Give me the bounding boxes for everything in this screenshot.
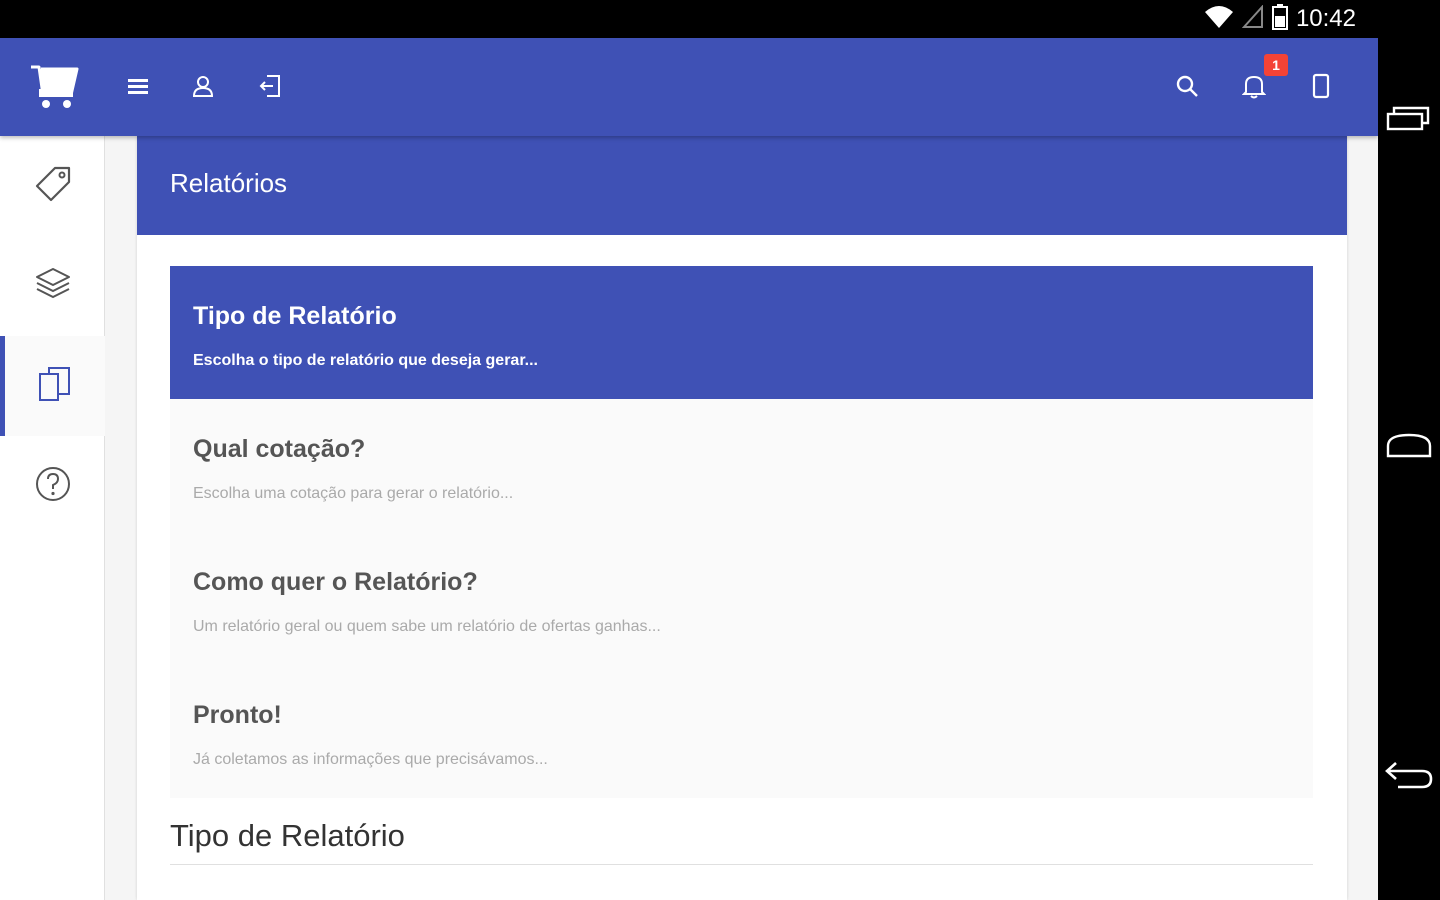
section-divider bbox=[170, 864, 1313, 865]
step-title: Tipo de Relatório bbox=[193, 302, 397, 330]
search-icon[interactable] bbox=[1167, 66, 1207, 106]
sidebar bbox=[0, 136, 105, 900]
layers-icon bbox=[33, 264, 73, 309]
home-button[interactable] bbox=[1378, 413, 1440, 483]
status-time: 10:42 bbox=[1295, 5, 1356, 32]
step-description: Já coletamos as informações que precisáv… bbox=[193, 751, 548, 768]
sidebar-item-help[interactable] bbox=[0, 436, 105, 536]
menu-icon[interactable] bbox=[118, 66, 158, 106]
home-icon bbox=[1386, 432, 1432, 465]
reports-card: Relatórios Tipo de Relatório Escolha o t… bbox=[137, 136, 1347, 900]
step-title: Qual cotação? bbox=[193, 435, 366, 463]
wifi-icon bbox=[1204, 4, 1234, 35]
logout-icon[interactable] bbox=[250, 66, 290, 106]
card-header: Relatórios bbox=[137, 136, 1347, 235]
tag-icon bbox=[33, 164, 73, 209]
app-window: 1 Relatórios Tipo de Relatório Escolha o… bbox=[0, 38, 1378, 900]
help-icon bbox=[33, 464, 73, 509]
recent-apps-icon bbox=[1386, 104, 1432, 137]
step-done[interactable]: Pronto! Já coletamos as informações que … bbox=[170, 665, 1313, 798]
step-description: Um relatório geral ou quem sabe um relat… bbox=[193, 618, 661, 635]
status-bar: 10:42 bbox=[0, 0, 1440, 38]
mobile-icon[interactable] bbox=[1301, 66, 1341, 106]
battery-icon bbox=[1271, 3, 1288, 35]
step-report-type[interactable]: Tipo de Relatório Escolha o tipo de rela… bbox=[170, 266, 1313, 399]
step-quotation[interactable]: Qual cotação? Escolha uma cotação para g… bbox=[170, 399, 1313, 532]
top-app-bar: 1 bbox=[0, 38, 1378, 136]
sidebar-item-layers[interactable] bbox=[0, 236, 105, 336]
signal-icon bbox=[1241, 3, 1264, 34]
back-button[interactable] bbox=[1378, 742, 1440, 812]
recent-apps-button[interactable] bbox=[1378, 85, 1440, 155]
sidebar-item-tags[interactable] bbox=[0, 136, 105, 236]
step-title: Pronto! bbox=[193, 701, 282, 729]
step-title: Como quer o Relatório? bbox=[193, 568, 478, 596]
page-title: Relatórios bbox=[170, 168, 288, 198]
step-report-format[interactable]: Como quer o Relatório? Um relatório gera… bbox=[170, 532, 1313, 665]
user-icon[interactable] bbox=[183, 66, 223, 106]
notification-badge: 1 bbox=[1264, 54, 1288, 76]
back-icon bbox=[1384, 760, 1434, 795]
section-title: Tipo de Relatório bbox=[170, 818, 405, 853]
step-description: Escolha o tipo de relatório que deseja g… bbox=[193, 352, 538, 369]
device-screen: 10:42 1 Relatórios Tipo de Relatório Esc… bbox=[0, 0, 1440, 900]
android-nav-bar bbox=[1378, 38, 1440, 900]
wizard-steps: Tipo de Relatório Escolha o tipo de rela… bbox=[170, 266, 1313, 798]
reports-icon bbox=[35, 364, 75, 409]
step-description: Escolha uma cotação para gerar o relatór… bbox=[193, 485, 514, 502]
cart-logo-icon[interactable] bbox=[28, 58, 80, 114]
sidebar-item-reports[interactable] bbox=[0, 336, 105, 436]
